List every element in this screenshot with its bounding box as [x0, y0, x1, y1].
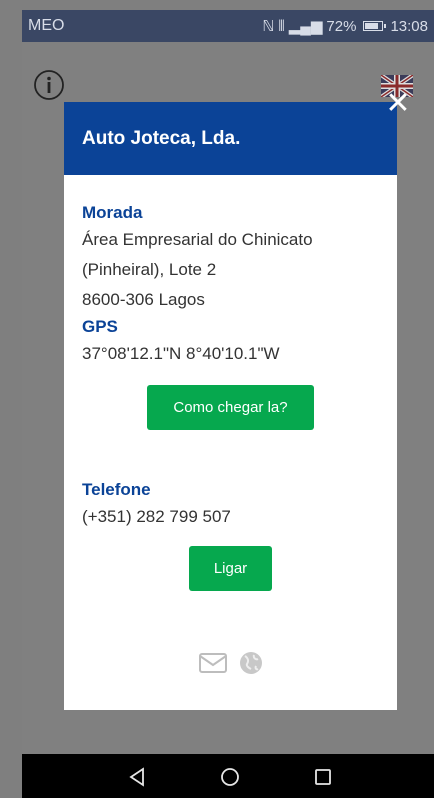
status-bar: MEO ℕ ⫴ ▂▄▆ 72% 13:08: [22, 10, 434, 42]
signal-icon: ▂▄▆: [288, 18, 323, 35]
clock: 13:08: [390, 17, 428, 35]
info-icon[interactable]: [32, 68, 66, 102]
nfc-icon: ℕ: [262, 18, 275, 35]
gps-label: GPS: [82, 317, 118, 336]
vibrate-icon: ⫴: [278, 17, 285, 35]
modal-title: Auto Joteca, Lda.: [82, 127, 241, 149]
home-icon[interactable]: [219, 766, 241, 788]
directions-button[interactable]: Como chegar la?: [147, 385, 314, 430]
modal-header: Auto Joteca, Lda.: [64, 102, 397, 175]
carrier-label: MEO: [28, 17, 65, 34]
recents-icon[interactable]: [312, 766, 334, 788]
battery-percent: 72%: [326, 17, 357, 35]
close-icon[interactable]: ✕: [384, 89, 412, 119]
battery-icon: [363, 21, 387, 31]
globe-icon[interactable]: [238, 650, 264, 676]
call-button[interactable]: Ligar: [189, 546, 272, 591]
address-line-1: Área Empresarial do Chinicato: [82, 230, 313, 249]
modal-body: Morada Área Empresarial do Chinicato (Pi…: [64, 175, 397, 591]
navigation-bar: [22, 754, 434, 798]
envelope-icon[interactable]: [198, 651, 228, 675]
back-icon[interactable]: [126, 766, 148, 788]
phone-label: Telefone: [82, 480, 151, 499]
phone-value[interactable]: (+351) 282 799 507: [82, 502, 379, 532]
gps-value: 37°08'12.1"N 8°40'10.1"W: [82, 344, 280, 363]
contact-modal: Auto Joteca, Lda. Morada Área Empresaria…: [64, 102, 397, 710]
address-line-2: (Pinheiral), Lote 2: [82, 260, 217, 279]
address-label: Morada: [82, 203, 143, 222]
contact-icons-row: [64, 650, 397, 676]
address-line-3: 8600-306 Lagos: [82, 290, 205, 309]
status-indicators: ℕ ⫴ ▂▄▆ 72% 13:08: [262, 17, 428, 36]
